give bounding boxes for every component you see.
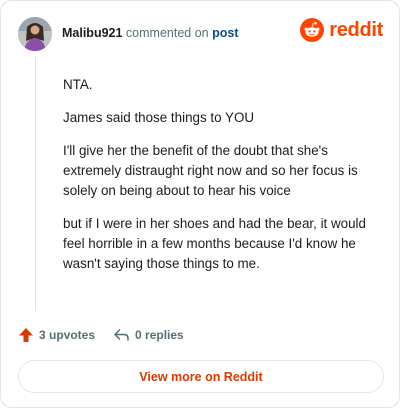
comment-paragraph: James said those things to YOU — [63, 110, 255, 125]
comment-meta: Malibu921 commented on post — [62, 25, 238, 41]
reply-arrow-icon — [114, 329, 129, 341]
reddit-logo[interactable]: reddit — [300, 18, 383, 42]
comment-paragraph: NTA. — [63, 77, 93, 92]
reply-button[interactable]: 0 replies — [113, 327, 184, 343]
upvote-count: 3 upvotes — [39, 328, 96, 342]
reddit-comment-card: Malibu921 commented on post reddit NTA. … — [0, 0, 400, 408]
comment-body: NTA. James said those things to YOU I'll… — [63, 75, 383, 287]
reddit-snoo-icon — [300, 18, 325, 42]
upvote-arrow-icon — [19, 328, 33, 342]
username[interactable]: Malibu921 — [62, 26, 122, 40]
upvote-button[interactable]: 3 upvotes — [18, 327, 95, 343]
user-avatar[interactable] — [18, 17, 52, 51]
post-link[interactable]: post — [212, 26, 238, 40]
avatar-image — [18, 17, 52, 51]
comment-paragraph: I'll give her the benefit of the doubt t… — [63, 143, 358, 198]
commented-on-text: commented on — [125, 26, 209, 40]
comment-actions: 3 upvotes 0 replies — [18, 327, 184, 343]
thread-line — [35, 57, 36, 311]
comment-header: Malibu921 commented on post reddit — [18, 17, 383, 51]
reply-count: 0 replies — [135, 328, 184, 342]
comment-paragraph: but if I were in her shoes and had the b… — [63, 216, 366, 271]
reddit-wordmark: reddit — [329, 18, 383, 41]
view-more-button[interactable]: View more on Reddit — [18, 360, 384, 393]
